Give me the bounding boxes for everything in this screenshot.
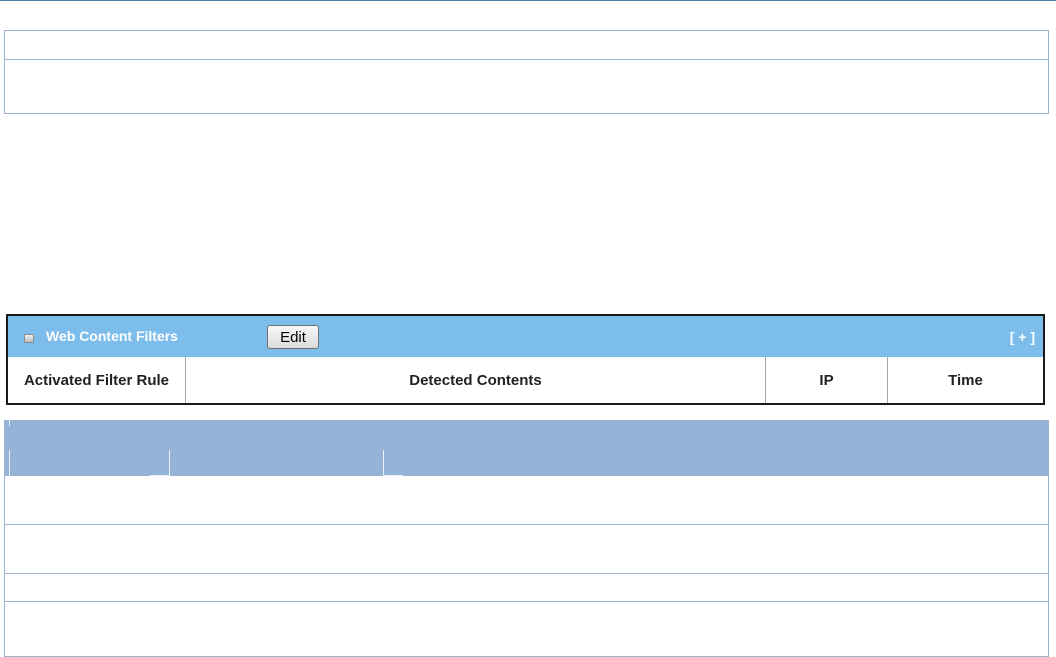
col-activated-filter-rule: Activated Filter Rule bbox=[8, 357, 186, 403]
empty-table-bottom bbox=[4, 420, 1049, 657]
empty-table-row bbox=[5, 31, 1048, 60]
bullet-icon bbox=[24, 334, 34, 343]
col-time: Time bbox=[948, 371, 983, 389]
table-header bbox=[5, 420, 1048, 476]
panel-title: Web Content Filters bbox=[46, 328, 178, 344]
header-tick bbox=[169, 450, 170, 476]
empty-table-top bbox=[4, 30, 1049, 114]
header-tick bbox=[9, 450, 10, 476]
web-content-filters-panel: Web Content Filters Edit [ + ] Activated… bbox=[6, 314, 1045, 405]
table-row bbox=[5, 601, 1048, 657]
header-tick bbox=[383, 450, 384, 476]
col-ip: IP bbox=[766, 357, 888, 403]
expand-toggle[interactable]: [ + ] bbox=[1010, 329, 1035, 345]
col-detected-contents: Detected Contents bbox=[186, 357, 766, 403]
table-row bbox=[5, 476, 1048, 525]
table-row bbox=[5, 524, 1048, 574]
top-divider bbox=[0, 0, 1056, 1]
panel-header: Web Content Filters Edit [ + ] bbox=[8, 316, 1043, 357]
header-tick bbox=[9, 420, 10, 426]
table-row bbox=[5, 573, 1048, 602]
edit-button[interactable]: Edit bbox=[267, 325, 319, 349]
column-header-row: Activated Filter Rule Detected Contents … bbox=[8, 357, 1043, 403]
